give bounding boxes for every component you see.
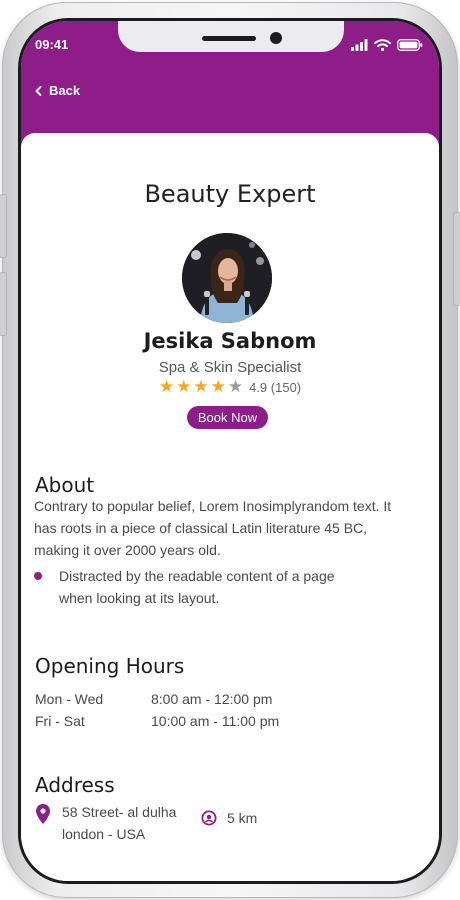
hours-row: Mon - Wed 8:00 am - 12:00 pm: [35, 688, 279, 710]
book-now-button[interactable]: Book Now: [187, 406, 268, 429]
about-bullet: Distracted by the readable content of a …: [34, 565, 414, 609]
about-bullet-text: Distracted by the readable content of a …: [59, 568, 335, 606]
address-line-2: london - USA: [62, 826, 146, 842]
chevron-left-icon: [35, 85, 42, 96]
hours-row: Fri - Sat 10:00 am - 11:00 pm: [35, 710, 279, 732]
speaker: [202, 36, 256, 41]
address-line-1: 58 Street- al dulha: [62, 804, 177, 820]
volume-up-button: [0, 194, 7, 258]
notch: [118, 21, 344, 52]
power-button: [453, 212, 460, 306]
signal-icon: [351, 39, 368, 51]
content-card: Beauty Expert Jesika Sabnom Spa & Skin S…: [21, 133, 439, 881]
avatar-image: [182, 233, 272, 323]
screen: 09:41 Back Beauty Expert Jesika Sabnom S…: [21, 21, 439, 881]
hours-day: Fri - Sat: [35, 713, 85, 729]
address-title: Address: [35, 773, 115, 797]
rating-text: 4.9 (150): [249, 379, 302, 395]
back-button[interactable]: Back: [35, 83, 80, 98]
about-title: About: [35, 473, 95, 497]
distance-icon: [201, 810, 217, 826]
phone-frame: 09:41 Back Beauty Expert Jesika Sabnom S…: [0, 2, 460, 898]
about-text: Contrary to popular belief, Lorem Inosim…: [34, 498, 392, 558]
star-icon: ★: [176, 377, 192, 396]
back-label: Back: [49, 83, 81, 98]
status-icons: [351, 39, 423, 51]
hours-day: Mon - Wed: [35, 691, 104, 707]
address-text: 58 Street- al dulha london - USA: [62, 801, 176, 845]
star-icon: ★: [210, 377, 226, 396]
hours-time: 10:00 am - 11:00 pm: [151, 713, 280, 729]
status-time: 09:41: [35, 37, 69, 52]
star-icon: ★: [158, 377, 175, 396]
volume-down-button: [0, 272, 7, 336]
avatar: [182, 233, 272, 323]
hours-time: 8:00 am - 12:00 pm: [151, 691, 273, 707]
star-icon: ★: [227, 377, 244, 396]
opening-hours: Mon - Wed 8:00 am - 12:00 pm Fri - Sat 1…: [35, 688, 279, 732]
expert-name: Jesika Sabnom: [143, 329, 317, 353]
battery-icon: [397, 39, 423, 51]
rating: ★ ★ ★ ★ ★ 4.9 (150): [21, 378, 439, 396]
wifi-icon: [374, 39, 391, 51]
page-title: Beauty Expert: [144, 180, 316, 208]
star-icon: ★: [193, 377, 209, 396]
opening-hours-title: Opening Hours: [35, 654, 185, 678]
distance-text: 5 km: [227, 810, 258, 826]
phone-bezel: 09:41 Back Beauty Expert Jesika Sabnom S…: [18, 18, 442, 884]
bullet-dot: [34, 572, 42, 580]
expert-role: Spa & Skin Specialist: [158, 359, 302, 376]
location-pin-icon: [36, 804, 50, 824]
camera: [270, 32, 282, 44]
